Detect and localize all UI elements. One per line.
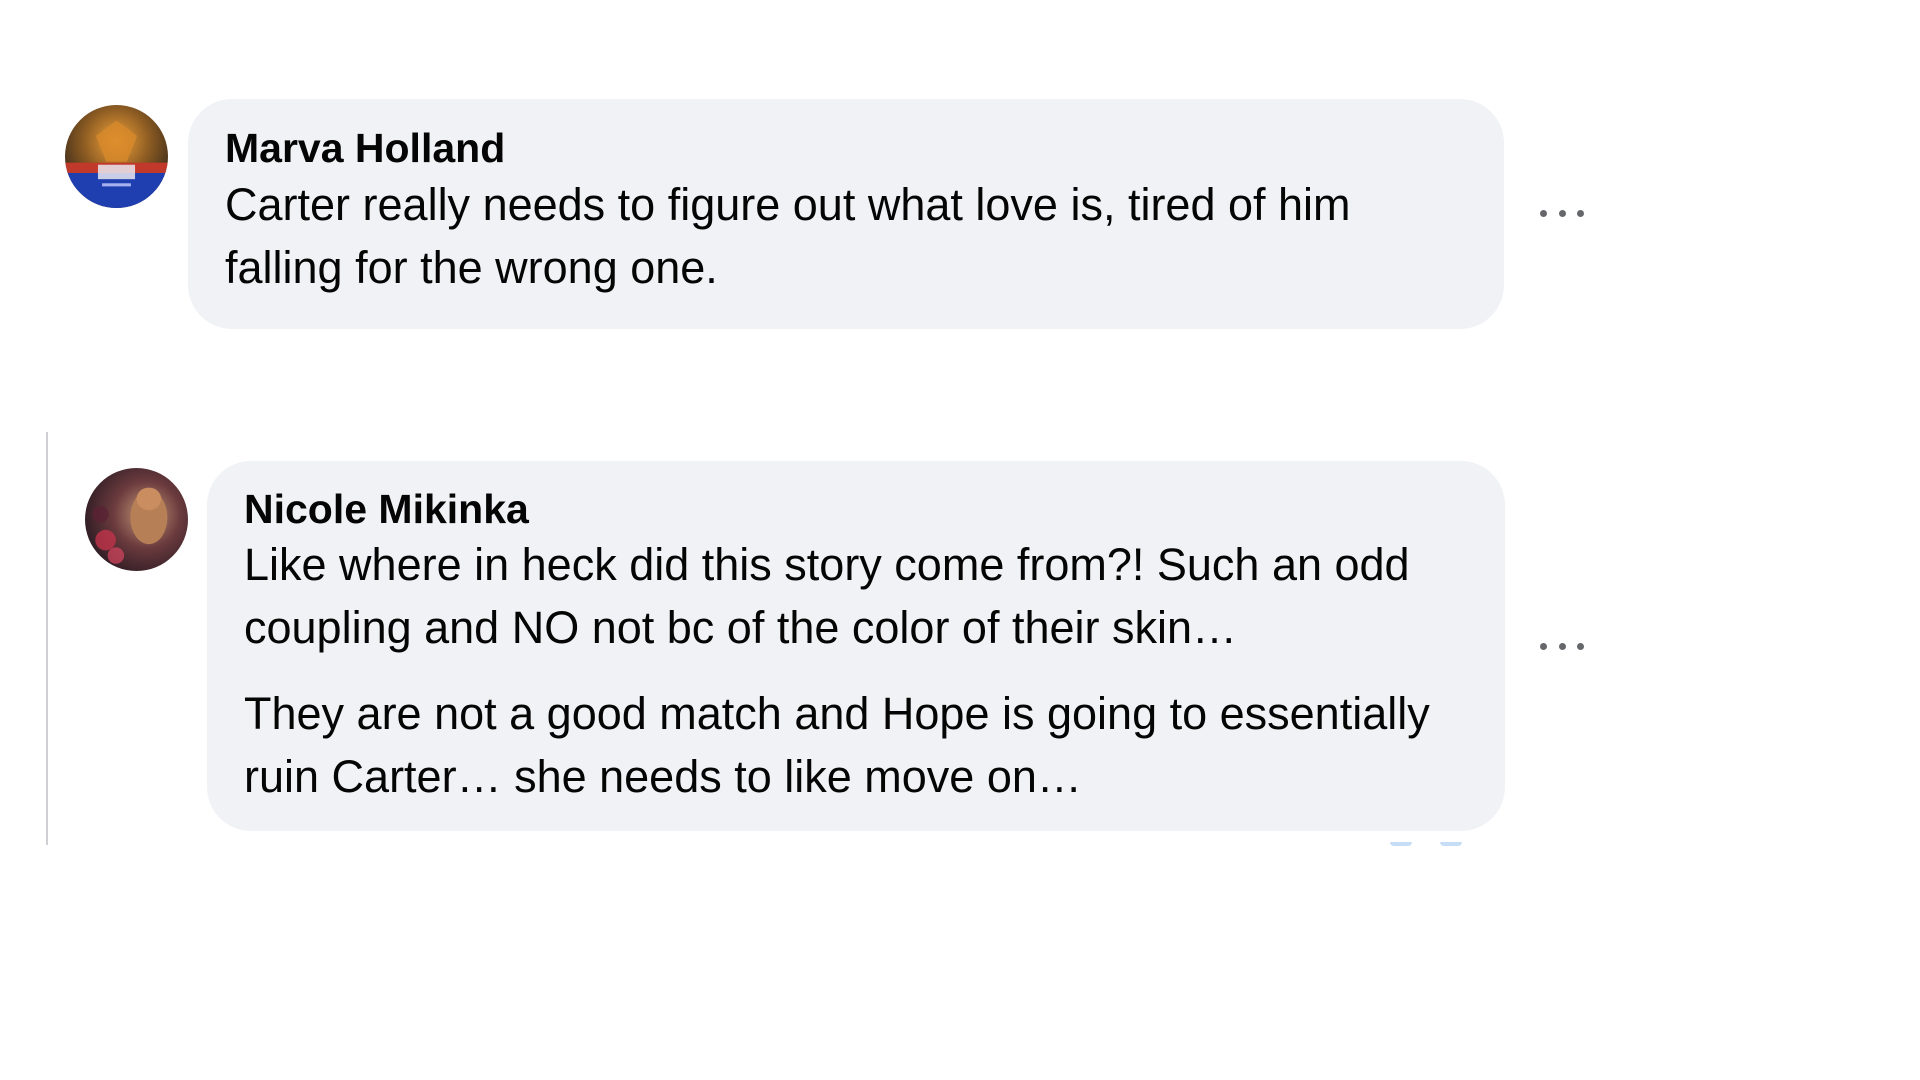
- comment-text: They are not a good match and Hope is go…: [244, 688, 1430, 802]
- avatar-image: [65, 105, 168, 208]
- more-horizontal-icon: [1540, 209, 1547, 217]
- reaction-badge-edge: [1390, 842, 1412, 846]
- comment-options-button[interactable]: [1534, 626, 1590, 666]
- avatar[interactable]: [65, 105, 168, 208]
- reply-thread-line: [46, 432, 48, 845]
- comment-bubble: Nicole Mikinka Like where in heck did th…: [207, 461, 1505, 831]
- comment-bubble: Marva Holland Carter really needs to fig…: [188, 99, 1504, 329]
- avatar-image: [85, 468, 188, 571]
- comment-options-button[interactable]: [1534, 193, 1590, 233]
- reaction-badge-edge: [1440, 842, 1462, 846]
- comment-text: Carter really needs to figure out what l…: [225, 179, 1351, 293]
- comment-text: Like where in heck did this story come f…: [244, 539, 1410, 653]
- avatar[interactable]: [85, 468, 188, 571]
- comment-author[interactable]: Nicole Mikinka: [244, 486, 1469, 532]
- comment-author[interactable]: Marva Holland: [225, 125, 1468, 171]
- more-horizontal-icon: [1540, 642, 1547, 650]
